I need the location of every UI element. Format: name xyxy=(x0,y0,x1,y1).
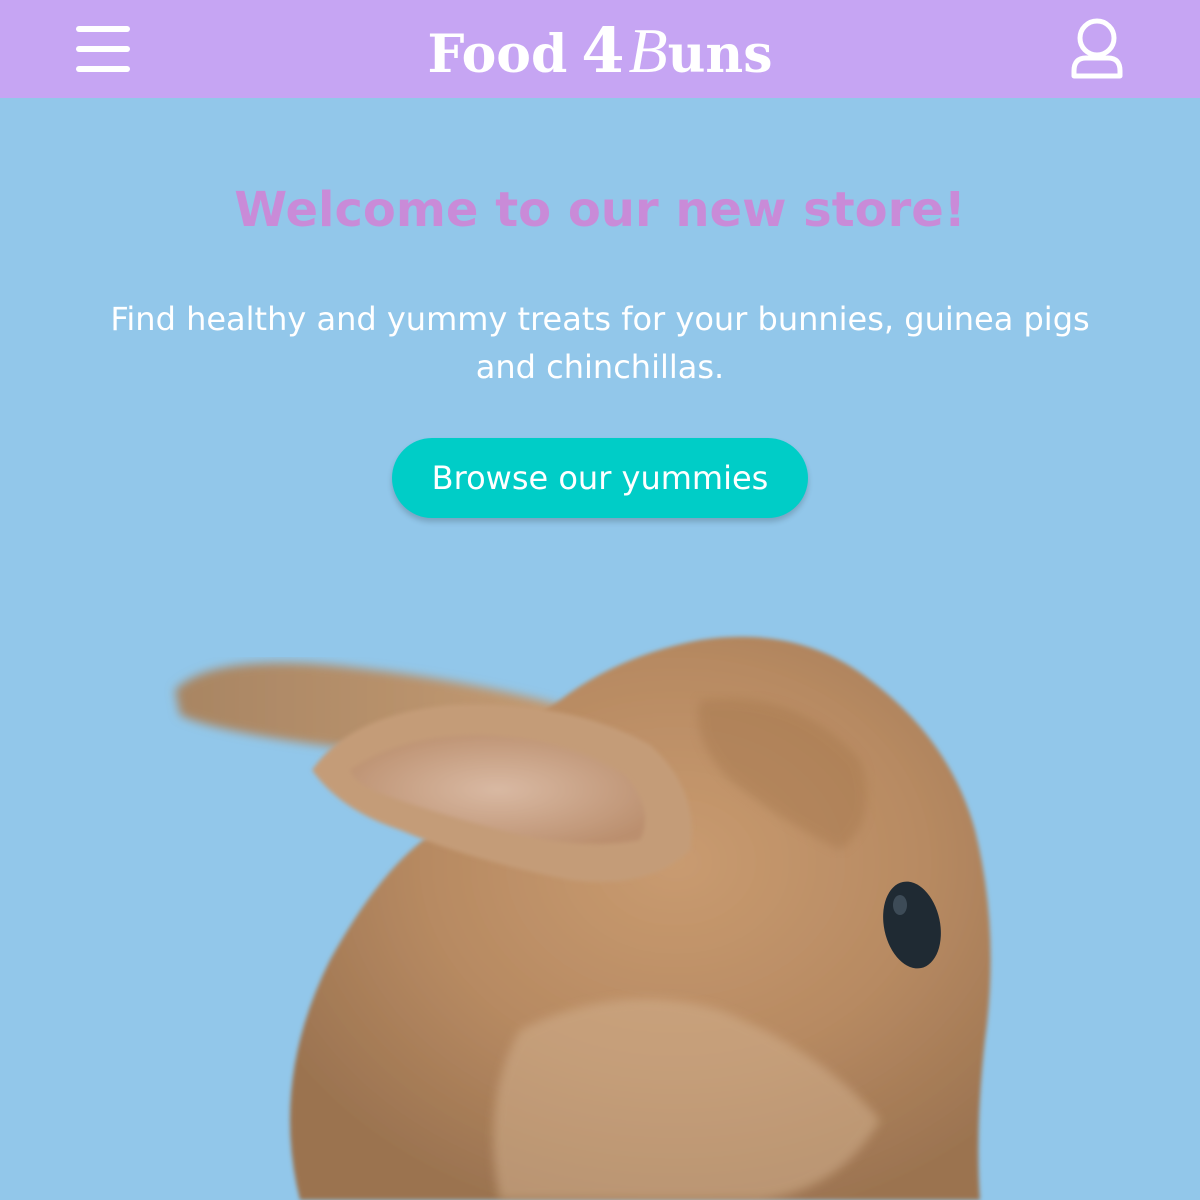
bunny-photo xyxy=(175,636,991,1200)
hero-title: Welcome to our new store! xyxy=(234,182,966,238)
logo-word-food: Food xyxy=(427,24,568,85)
hero-subtitle: Find healthy and yummy treats for your b… xyxy=(110,300,1090,386)
logo-word-uns: uns xyxy=(667,24,773,85)
logo-number: 4 xyxy=(581,14,625,87)
logo-script-b: B xyxy=(628,15,668,86)
site-header: Food 4Buns xyxy=(0,0,1200,98)
site-logo[interactable]: Food 4Buns xyxy=(0,14,1200,104)
user-account-icon[interactable] xyxy=(1066,16,1128,82)
browse-button[interactable]: Browse our yummies xyxy=(392,438,808,518)
